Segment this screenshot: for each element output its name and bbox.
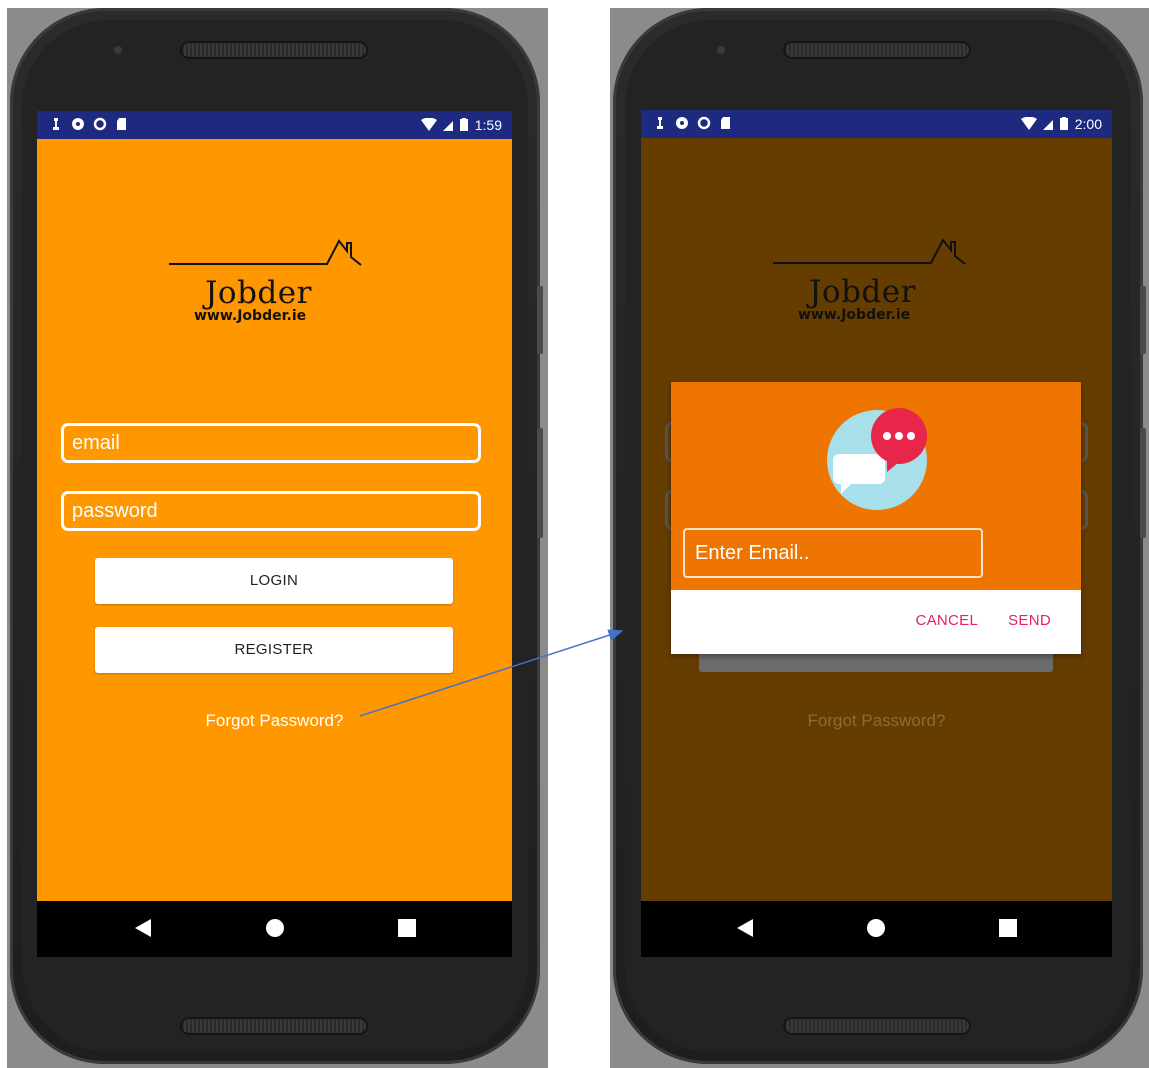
chess-piece-icon <box>53 118 59 130</box>
battery-icon <box>1059 117 1068 130</box>
jobder-logo: Jobder www.Jobder.ie <box>771 238 971 328</box>
forgot-password-dialog: Enter Email.. CANCEL SEND <box>671 382 1081 654</box>
chess-piece-icon <box>657 117 663 129</box>
bottom-speaker <box>180 1017 368 1035</box>
top-speaker <box>783 41 971 59</box>
chat-bubbles-icon <box>827 408 927 510</box>
back-icon[interactable] <box>735 917 755 939</box>
notification-icons <box>653 116 733 132</box>
front-camera <box>717 46 725 54</box>
email-field[interactable]: email <box>61 423 481 463</box>
navigation-bar <box>37 901 512 957</box>
recents-icon[interactable] <box>398 919 416 937</box>
right-phone-power-button <box>1140 428 1146 538</box>
logo-url: www.Jobder.ie <box>798 307 911 323</box>
soccer-ball-icon <box>72 118 84 130</box>
recents-icon[interactable] <box>999 919 1017 937</box>
status-time: 2:00 <box>1074 116 1102 132</box>
dimmed-forgot-password-link: Forgot Password? <box>807 711 946 730</box>
house-roof-icon <box>773 238 966 265</box>
left-screen: 1:59 Jobder www.Jobder.ie email password… <box>37 111 512 957</box>
circle-icon <box>697 116 711 130</box>
wifi-icon <box>420 118 437 131</box>
signal-icon <box>442 121 453 131</box>
register-button[interactable]: REGISTER <box>95 627 453 673</box>
right-screen: 2:00 Jobder www.Jobder.ie Forgot Passwor… <box>641 110 1112 957</box>
wifi-icon <box>1020 117 1037 130</box>
left-phone-volume-button <box>537 286 543 354</box>
left-phone-power-button <box>537 428 543 538</box>
battery-icon <box>459 118 468 131</box>
dialog-email-field[interactable]: Enter Email.. <box>683 528 983 578</box>
login-screen: Jobder www.Jobder.ie email password LOGI… <box>37 139 512 901</box>
status-time: 1:59 <box>474 117 502 133</box>
cancel-button[interactable]: CANCEL <box>915 612 978 629</box>
status-bar: 1:59 <box>37 111 512 139</box>
circle-icon <box>93 117 107 131</box>
logo-url: www.Jobder.ie <box>194 308 307 324</box>
status-bar: 2:00 <box>641 110 1112 138</box>
back-icon[interactable] <box>133 917 153 939</box>
password-field[interactable]: password <box>61 491 481 531</box>
bottom-speaker <box>783 1017 971 1035</box>
logo-title: Jobder <box>809 274 916 310</box>
home-icon[interactable] <box>865 917 887 939</box>
front-camera <box>114 46 122 54</box>
system-status-icons: 2:00 <box>1020 116 1102 132</box>
soccer-ball-icon <box>676 117 688 129</box>
notification-icons <box>49 117 129 133</box>
login-button[interactable]: LOGIN <box>95 558 453 604</box>
right-phone-volume-button <box>1140 286 1146 354</box>
jobder-logo: Jobder www.Jobder.ie <box>167 239 367 329</box>
sd-card-icon <box>117 118 126 130</box>
dialog-header: Enter Email.. <box>671 382 1081 590</box>
sd-card-icon <box>721 117 730 129</box>
system-status-icons: 1:59 <box>420 117 502 133</box>
dimmed-login-screen: Jobder www.Jobder.ie Forgot Password? En… <box>641 138 1112 901</box>
top-speaker <box>180 41 368 59</box>
signal-icon <box>1042 120 1053 130</box>
dialog-actions: CANCEL SEND <box>915 612 1051 629</box>
navigation-bar <box>641 901 1112 957</box>
house-roof-icon <box>169 239 362 266</box>
send-button[interactable]: SEND <box>1008 612 1051 629</box>
logo-title: Jobder <box>205 275 312 311</box>
home-icon[interactable] <box>264 917 286 939</box>
forgot-password-link[interactable]: Forgot Password? <box>37 711 512 731</box>
